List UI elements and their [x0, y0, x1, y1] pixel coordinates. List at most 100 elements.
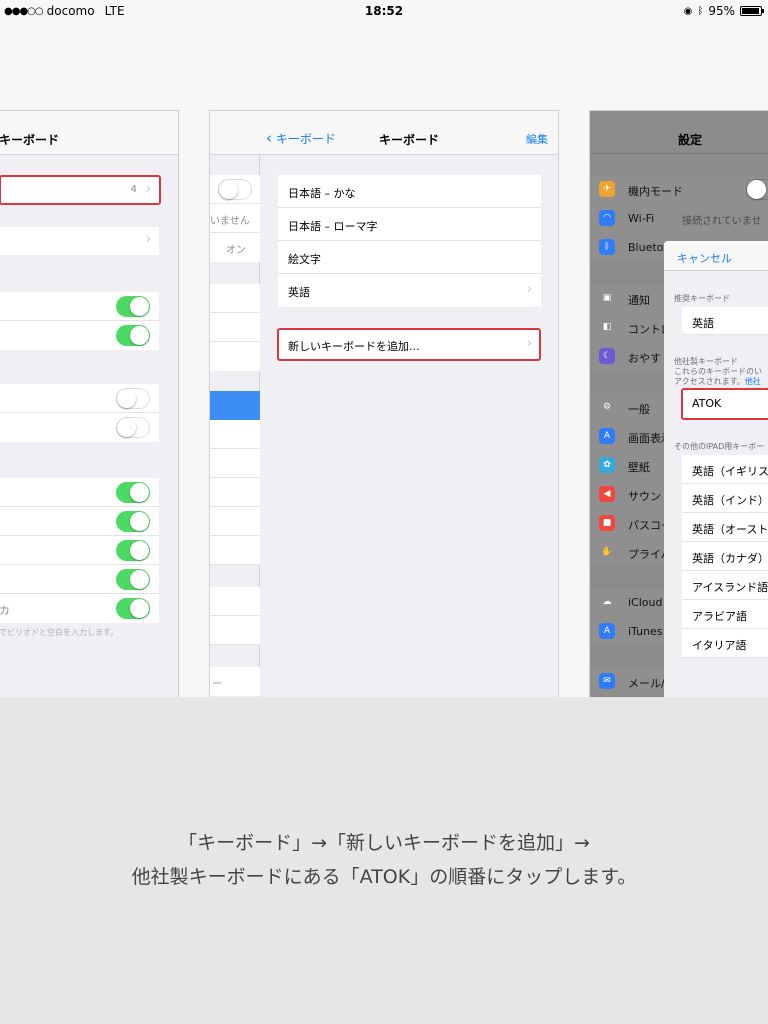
- strip-row: [210, 342, 260, 371]
- option-label: 英語（インド）: [692, 494, 768, 507]
- wifi-icon: ◠: [599, 210, 615, 226]
- appstore-icon: A: [599, 623, 615, 639]
- info-link[interactable]: 他社: [745, 377, 761, 386]
- keyboard-item[interactable]: 英語 ›: [278, 274, 541, 307]
- keyboard-list-panel: いません オン ー ‹ キーボード キーボード 編集 日本語 – かな 日本語 …: [209, 110, 559, 697]
- strip-text: いません: [210, 216, 250, 227]
- keyboard-option[interactable]: アラビア語: [682, 600, 768, 629]
- toggle-switch[interactable]: [116, 325, 150, 346]
- strip-text: オン: [226, 245, 246, 256]
- strip-row: [210, 587, 260, 616]
- strip-row-selected: [210, 391, 260, 420]
- keyboard-option[interactable]: イタリア語: [682, 629, 768, 658]
- highlight-box: [0, 175, 161, 205]
- toggle-row: [0, 478, 159, 507]
- settings-row-label: サウン: [628, 490, 661, 503]
- wifi-value: 接続されていませ: [682, 216, 762, 227]
- strip-row: オン: [210, 233, 260, 262]
- keyboard-item[interactable]: 日本語 – かな: [278, 175, 541, 208]
- option-label: アイスランド語: [692, 581, 768, 594]
- toggle-switch[interactable]: [116, 569, 150, 590]
- keyboard-option[interactable]: 英語（イギリス: [682, 455, 768, 484]
- sound-icon: ◀: [599, 486, 615, 502]
- settings-row-label: Wi-Fi: [628, 212, 655, 225]
- orientation-lock-icon: ◉: [683, 5, 693, 17]
- strip-row: [210, 449, 260, 478]
- strip-row: いません: [210, 204, 260, 233]
- section-note-text: アクセスされます。: [674, 377, 745, 386]
- wallpaper-icon: ✿: [599, 457, 615, 473]
- toggle-switch[interactable]: [116, 417, 150, 438]
- strip-row: [210, 313, 260, 342]
- keyboard-label: 絵文字: [288, 253, 321, 266]
- navbar: ‹ キーボード キーボード 編集: [260, 111, 558, 155]
- gear-icon: ⚙: [599, 399, 615, 415]
- toggle-switch[interactable]: [116, 482, 150, 503]
- keyboard-option[interactable]: 英語（カナダ）: [682, 542, 768, 571]
- toggle-switch[interactable]: [116, 511, 150, 532]
- strip-row: [210, 175, 260, 204]
- settings-panel: 設定 ✈ 機内モード ◠ Wi-Fi ᛒ Bluetoo ▣ 通知 ◧ コントロ ☾ おやす ⚙ 一般 A 画…: [589, 110, 768, 697]
- keyboard-item[interactable]: 絵文字: [278, 241, 541, 274]
- keyboard-option[interactable]: アイスランド語: [682, 571, 768, 600]
- toggle-switch[interactable]: [218, 179, 252, 200]
- chevron-right-icon: ›: [526, 282, 532, 297]
- clock: 18:52: [364, 4, 404, 18]
- toggle-switch[interactable]: [116, 540, 150, 561]
- airplane-toggle[interactable]: [746, 179, 768, 200]
- toggle-row: [0, 321, 159, 350]
- toggle-row: [0, 507, 159, 536]
- option-label: イタリア語: [692, 639, 747, 652]
- toggle-row: [0, 565, 159, 594]
- settings-row-label: 一般: [628, 403, 650, 416]
- strip-row: [210, 478, 260, 507]
- moon-icon: ☾: [599, 348, 615, 364]
- toggle-switch[interactable]: [116, 598, 150, 619]
- add-keyboard-popup: キャンセル 推奨キーボード 英語 他社製キーボード これらのキーボードのい アク…: [664, 241, 768, 697]
- strip-row: [210, 536, 260, 565]
- edit-button[interactable]: 編集: [526, 131, 548, 147]
- status-bar: ●●●○○ docomo LTE 18:52 ◉ ᛒ 95%: [0, 0, 768, 22]
- keyboard-option[interactable]: 英語: [682, 307, 768, 335]
- battery-icon: [740, 6, 764, 16]
- nav-title: キーボード: [378, 133, 439, 147]
- settings-row-label: 壁紙: [628, 461, 650, 474]
- underlying-panel-strip: いません オン ー: [210, 111, 260, 697]
- bluetooth-icon: ᛒ: [697, 5, 704, 17]
- settings-row[interactable]: ✈ 機内モード: [590, 175, 768, 203]
- option-label: 英語（イギリス: [692, 465, 768, 478]
- navbar: キーボード: [0, 111, 178, 155]
- settings-row-label: iCloud: [628, 596, 663, 609]
- settings-row-label: おやす: [628, 352, 661, 365]
- strip-row: [210, 616, 260, 645]
- nav-title: キーボード: [0, 133, 60, 147]
- keyboard-option[interactable]: 英語（オースト: [682, 513, 768, 542]
- caption-line-1: 「キーボード」→「新しいキーボードを追加」→: [178, 832, 590, 854]
- section-header: その他のIPAD用キーボー: [674, 442, 765, 451]
- toggle-row: [0, 292, 159, 321]
- option-label: アラビア語: [692, 610, 747, 623]
- option-label: 英語（オースト: [692, 523, 768, 536]
- highlight-box: [681, 388, 768, 420]
- toggle-switch[interactable]: [116, 388, 150, 409]
- strip-text: ー: [212, 679, 222, 690]
- toggle-row: カ: [0, 594, 159, 623]
- toggle-switch[interactable]: [116, 296, 150, 317]
- notification-icon: ▣: [599, 290, 615, 306]
- keyboard-settings-panel: キーボード 4 › › カ でピリオドと空白を入力します。: [0, 110, 179, 697]
- cancel-button[interactable]: キャンセル: [677, 250, 732, 266]
- keyboard-label: 日本語 – かな: [288, 187, 356, 200]
- keyboard-item[interactable]: 日本語 – ローマ字: [278, 208, 541, 241]
- toggle-row: [0, 384, 159, 413]
- strip-row: ー: [210, 667, 260, 696]
- keyboard-label: 日本語 – ローマ字: [288, 220, 378, 233]
- keyboard-option[interactable]: 英語（インド）: [682, 484, 768, 513]
- toggle-row: [0, 413, 159, 442]
- shortcut-row[interactable]: ›: [0, 227, 159, 255]
- caption-line-2: 他社製キーボードにある「ATOK」の順番にタップします。: [131, 866, 637, 888]
- section-header: 推奨キーボード: [674, 294, 730, 303]
- row-label: カ: [0, 604, 10, 617]
- option-label: 英語: [692, 317, 714, 330]
- navbar: 設定: [590, 111, 768, 154]
- bluetooth-icon: ᛒ: [599, 239, 615, 255]
